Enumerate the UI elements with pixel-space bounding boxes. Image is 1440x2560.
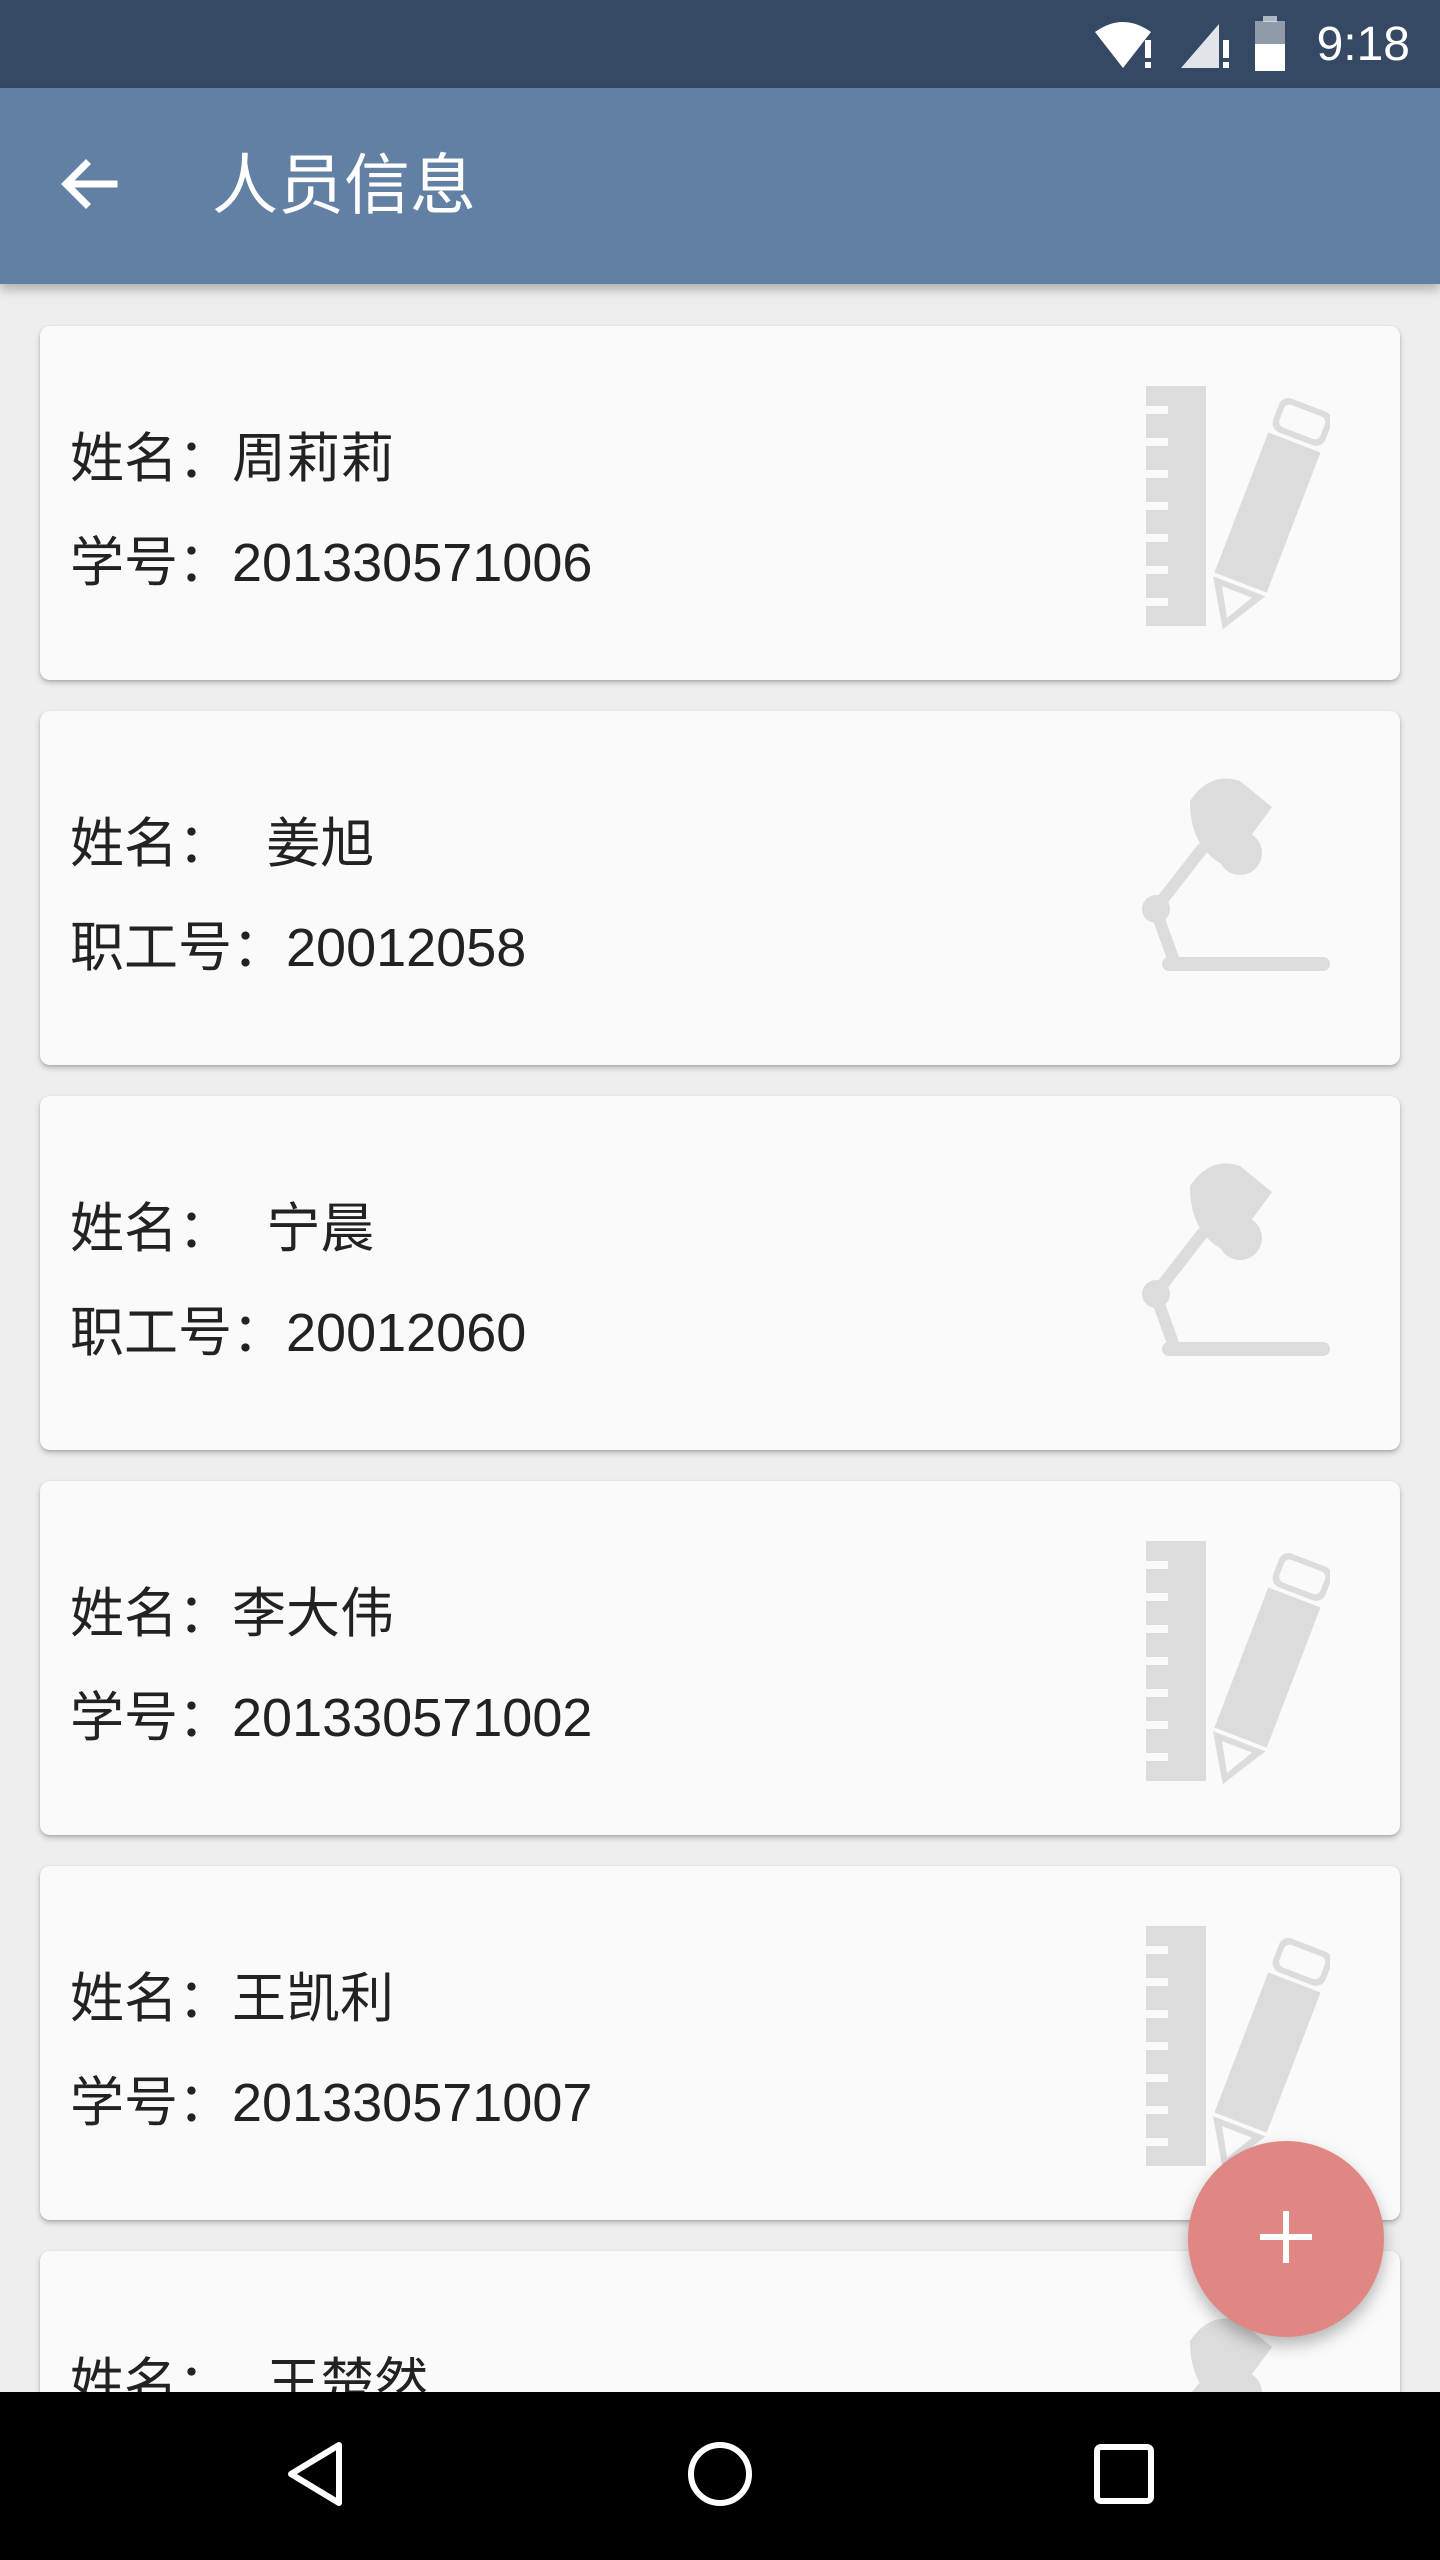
- name-value: 李大伟: [232, 1584, 394, 1644]
- plus-icon: [1256, 2207, 1316, 2271]
- ruler-pencil-icon: [1090, 1916, 1332, 2176]
- name-value: 王凯利: [232, 1969, 394, 2029]
- back-triangle-icon: [281, 2439, 351, 2513]
- wifi-icon: [1093, 18, 1157, 70]
- person-list[interactable]: 姓名：周莉莉 学号：201330571006 姓名： 姜旭 职工号：200120…: [0, 284, 1440, 2392]
- name-label: 姓名：: [70, 1967, 232, 2030]
- arrow-back-icon: [56, 152, 120, 220]
- id-line: 学号：201330571006: [70, 518, 592, 597]
- page-title: 人员信息: [212, 147, 476, 224]
- name-label: 姓名：: [70, 427, 232, 490]
- name-line: 姓名： 王楚然: [70, 2339, 428, 2392]
- id-value: 20012060: [286, 1303, 527, 1363]
- home-circle-icon: [685, 2439, 755, 2513]
- name-line: 姓名： 宁晨: [70, 1184, 374, 1263]
- name-label: 姓名：: [70, 2352, 267, 2392]
- person-card[interactable]: 姓名： 姜旭 职工号：20012058: [40, 711, 1400, 1065]
- id-label: 学号：: [70, 2071, 232, 2134]
- id-value: 201330571006: [232, 533, 593, 593]
- app-bar: 人员信息: [0, 88, 1440, 284]
- back-button[interactable]: [40, 138, 136, 234]
- person-card[interactable]: 姓名：周莉莉 学号：201330571006: [40, 326, 1400, 680]
- status-time: 9:18: [1316, 17, 1410, 71]
- id-label: 学号：: [70, 531, 232, 594]
- id-label: 职工号：: [70, 916, 286, 979]
- add-person-fab[interactable]: [1188, 2141, 1384, 2337]
- id-value: 201330571002: [232, 1688, 593, 1748]
- id-line: 学号：201330571007: [70, 2058, 592, 2137]
- name-label: 姓名：: [70, 1197, 267, 1260]
- screen: 9:18 人员信息 姓名：周莉莉 学号：201330571006 姓名： 姜旭 …: [0, 0, 1440, 2560]
- nav-home-button[interactable]: [670, 2426, 770, 2526]
- battery-icon: [1253, 16, 1287, 72]
- id-value: 201330571007: [232, 2073, 593, 2133]
- id-value: 20012058: [286, 918, 527, 978]
- name-label: 姓名：: [70, 812, 267, 875]
- id-line: 职工号：20012058: [70, 903, 526, 982]
- status-icons: 9:18: [1093, 0, 1410, 88]
- navigation-bar: [0, 2392, 1440, 2560]
- id-label: 职工号：: [70, 1301, 286, 1364]
- id-label: 学号：: [70, 1686, 232, 1749]
- name-label: 姓名：: [70, 1582, 232, 1645]
- recents-square-icon: [1089, 2439, 1159, 2513]
- ruler-pencil-icon: [1090, 376, 1332, 636]
- cell-signal-icon: [1179, 18, 1231, 70]
- nav-back-button[interactable]: [266, 2426, 366, 2526]
- person-card[interactable]: 姓名：李大伟 学号：201330571002: [40, 1481, 1400, 1835]
- name-value: 姜旭: [266, 814, 375, 874]
- nav-recents-button[interactable]: [1074, 2426, 1174, 2526]
- desk-lamp-icon: [1090, 1146, 1330, 1406]
- person-card[interactable]: 姓名： 宁晨 职工号：20012060: [40, 1096, 1400, 1450]
- id-line: 学号：201330571002: [70, 1673, 592, 1752]
- status-bar: 9:18: [0, 0, 1440, 88]
- ruler-pencil-icon: [1090, 1531, 1332, 1791]
- name-value: 周莉莉: [232, 429, 394, 489]
- name-line: 姓名：李大伟: [70, 1569, 394, 1648]
- name-value: 宁晨: [266, 1199, 375, 1259]
- name-line: 姓名：王凯利: [70, 1954, 394, 2033]
- desk-lamp-icon: [1090, 761, 1330, 1021]
- name-line: 姓名： 姜旭: [70, 799, 374, 878]
- name-value: 王楚然: [266, 2354, 429, 2392]
- id-line: 职工号：20012060: [70, 1288, 526, 1367]
- person-card[interactable]: 姓名：王凯利 学号：201330571007: [40, 1866, 1400, 2220]
- name-line: 姓名：周莉莉: [70, 414, 394, 493]
